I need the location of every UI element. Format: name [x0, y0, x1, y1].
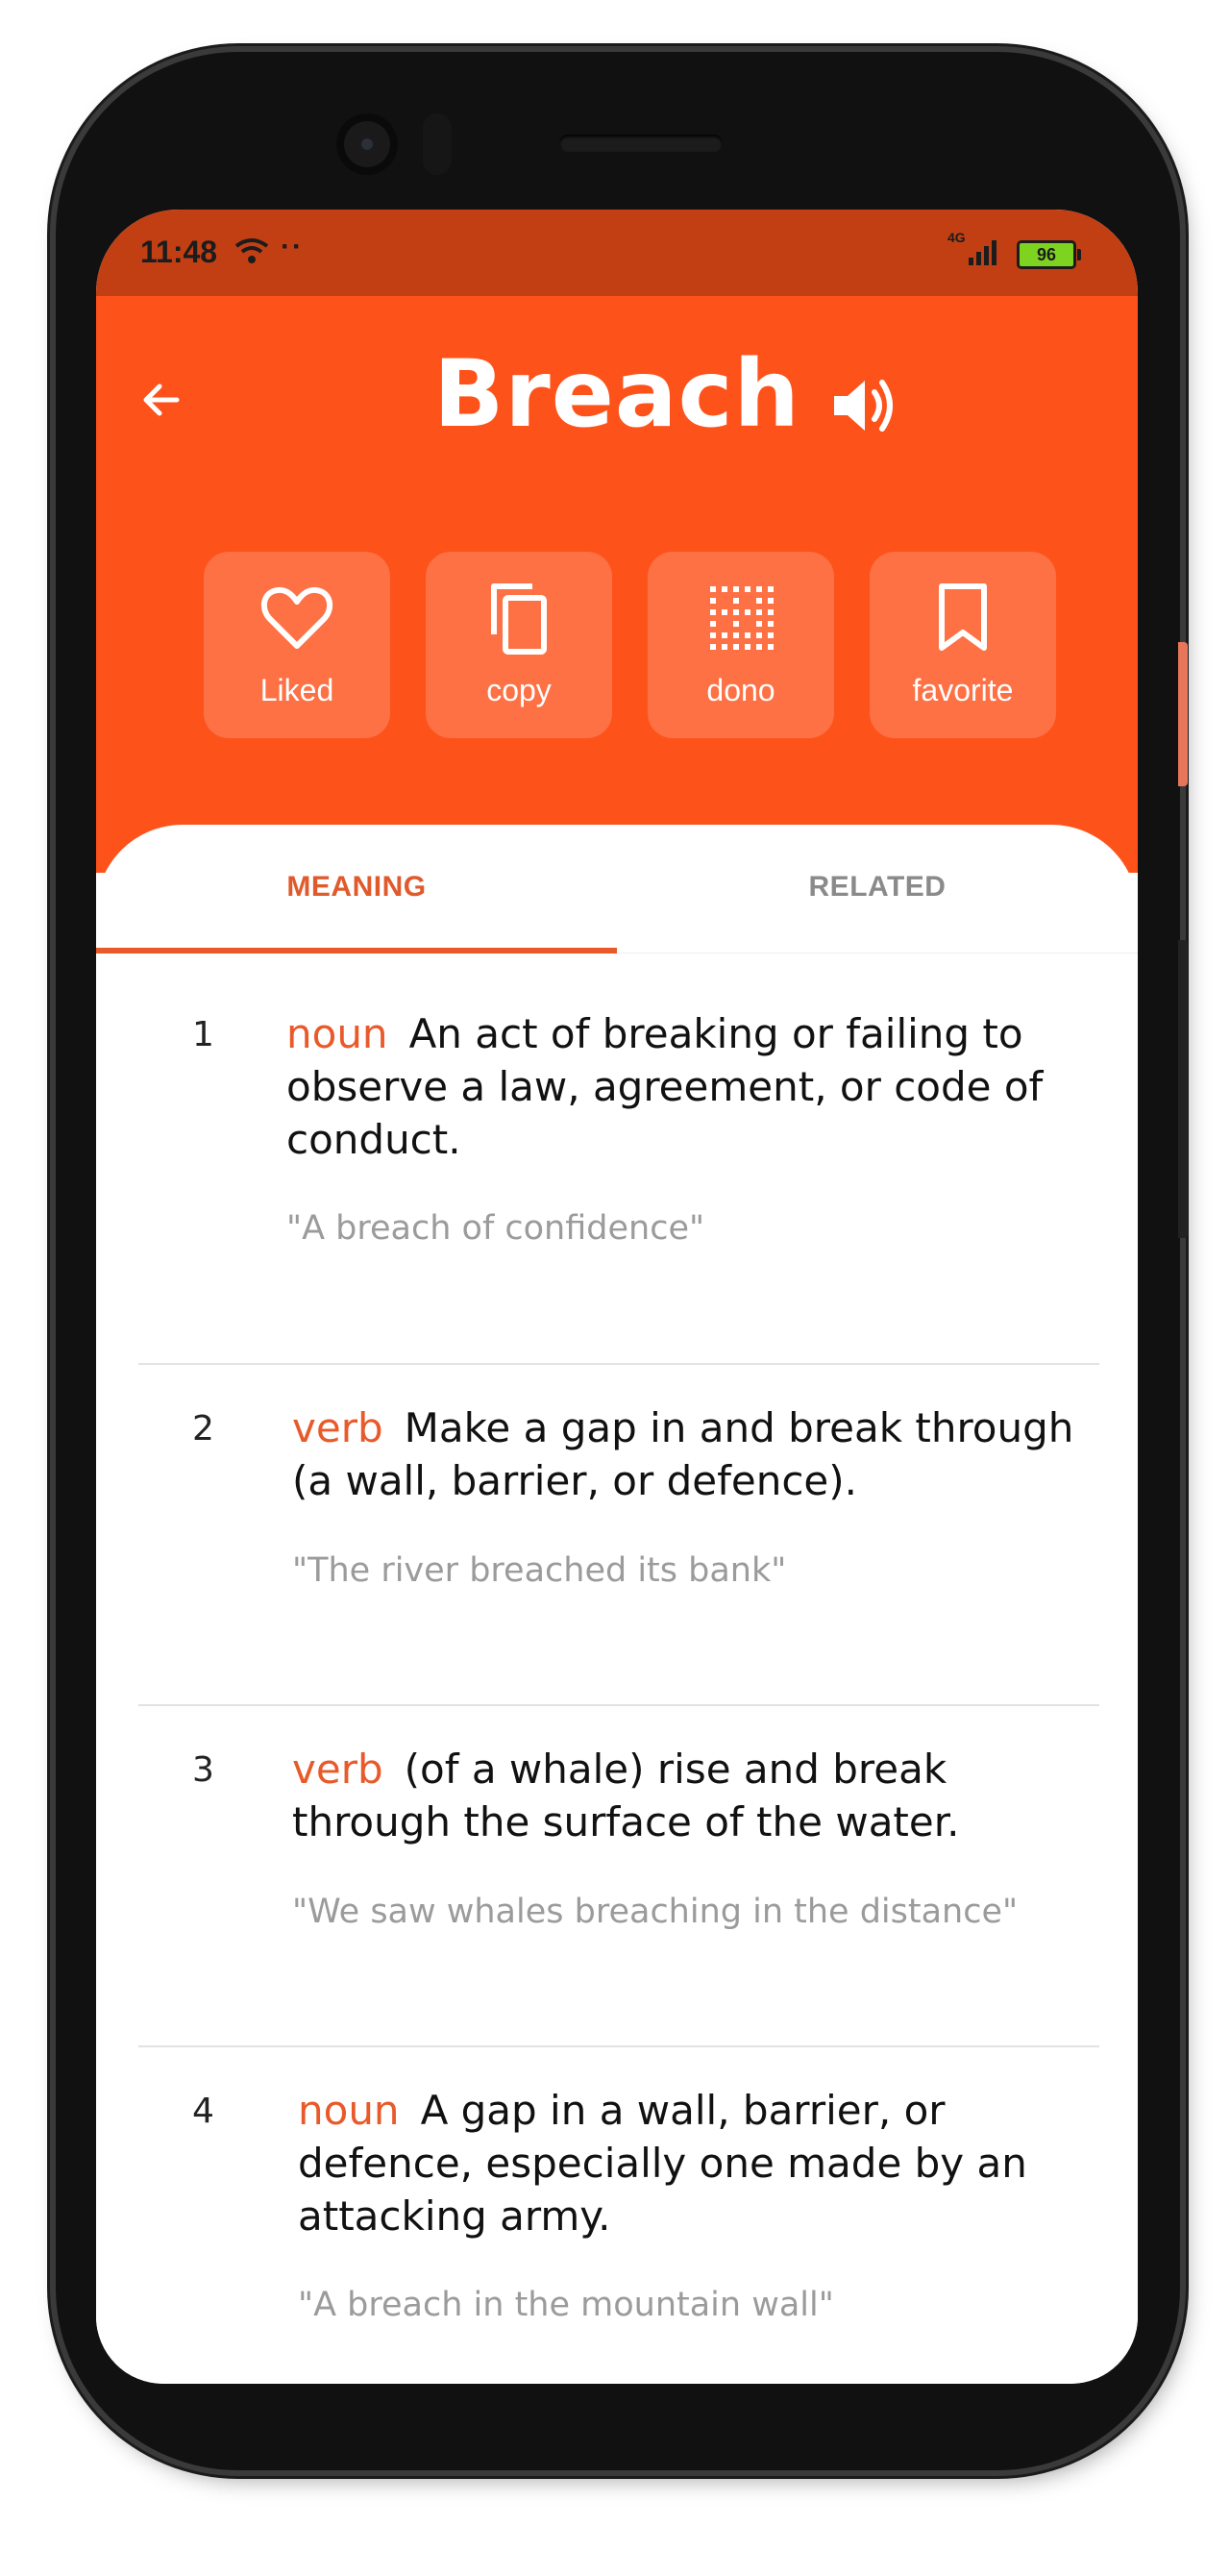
side-button-orange [1178, 642, 1188, 786]
favorite-label: favorite [912, 673, 1014, 707]
copy-label: copy [486, 673, 552, 707]
definition-number: 3 [192, 1750, 214, 1790]
copy-icon [491, 583, 547, 655]
network-type: 4G [947, 230, 966, 245]
battery-icon: 96 [1017, 240, 1081, 269]
front-camera [336, 113, 398, 175]
definition-text: noun An act of breaking or failing to obs… [286, 1007, 1074, 1166]
definition-divider [138, 2045, 1099, 2047]
liked-button[interactable]: Liked [204, 552, 390, 738]
app-screen: 11:48 ·· 4G 96 Breach Liked copy dono fa… [96, 210, 1138, 2384]
definition-number: 4 [192, 2092, 214, 2131]
notification-dots: ·· [281, 231, 304, 262]
definition-meaning: A gap in a wall, barrier, or defence, es… [298, 2087, 1027, 2240]
bookmark-icon [939, 583, 987, 651]
definition-example: "The river breached its bank" [292, 1551, 787, 1590]
side-button-power [1178, 940, 1188, 1238]
wifi-icon [234, 238, 269, 263]
definition-meaning: An act of breaking or failing to observe… [286, 1010, 1044, 1163]
definition-meaning: Make a gap in and break through (a wall,… [292, 1404, 1074, 1504]
definition-example: "A breach of confidence" [286, 1209, 705, 1248]
part-of-speech: noun [298, 2087, 400, 2134]
definition-text: verb (of a whale) rise and break through … [292, 1743, 1080, 1848]
definition-example: "A breach in the mountain wall" [298, 2286, 834, 2324]
definition-example: "We saw whales breaching in the distance… [292, 1893, 1019, 1931]
content-card: MEANING RELATED 1 noun An act of breaking… [96, 825, 1138, 2384]
earpiece-speaker [559, 135, 723, 152]
tab-related[interactable]: RELATED [617, 871, 1138, 904]
dono-button[interactable]: dono [648, 552, 834, 738]
page-title: Breach [433, 340, 800, 448]
favorite-button[interactable]: favorite [870, 552, 1056, 738]
liked-label: Liked [259, 673, 334, 707]
tab-indicator [96, 948, 617, 954]
dotted-grid-icon [710, 586, 774, 650]
definition-number: 1 [192, 1015, 214, 1054]
dono-label: dono [706, 673, 775, 707]
signal-icon [969, 240, 996, 265]
definition-meaning: (of a whale) rise and break through the … [292, 1746, 960, 1845]
status-time: 11:48 [140, 235, 218, 269]
definition-text: verb Make a gap in and break through (a w… [292, 1401, 1080, 1507]
heart-outline-icon [260, 586, 333, 649]
action-buttons: Liked copy dono favorite [204, 552, 1056, 738]
word-header: Breach Liked copy dono favorite [96, 296, 1138, 873]
definition-divider [138, 1704, 1099, 1706]
proximity-sensor [423, 113, 452, 175]
status-bar: 11:48 ·· 4G 96 [96, 210, 1138, 296]
copy-button[interactable]: copy [426, 552, 612, 738]
part-of-speech: verb [292, 1746, 383, 1793]
part-of-speech: verb [292, 1404, 383, 1451]
volume-up-icon[interactable] [826, 369, 899, 442]
definition-text: noun A gap in a wall, barrier, or defence… [298, 2084, 1086, 2242]
part-of-speech: noun [286, 1010, 388, 1057]
tab-meaning[interactable]: MEANING [96, 871, 617, 904]
definition-number: 2 [192, 1409, 214, 1449]
definition-divider [138, 1363, 1099, 1365]
